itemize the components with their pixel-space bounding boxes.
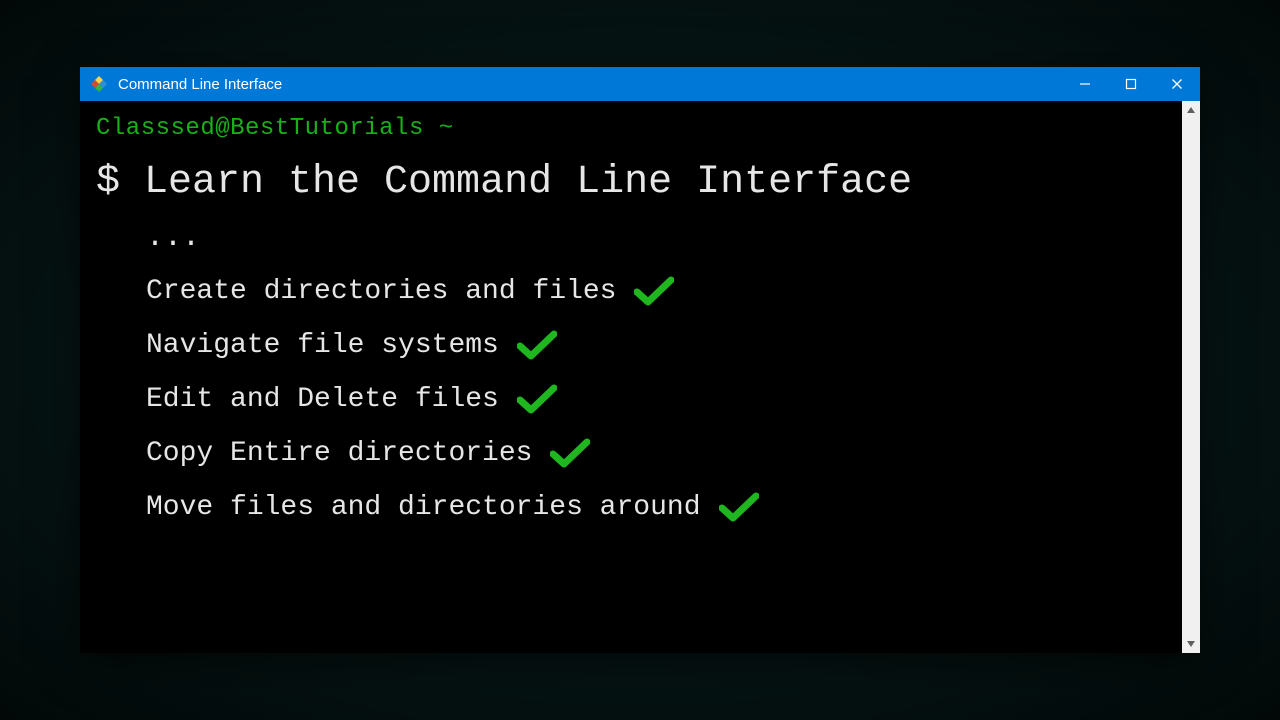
app-icon: [90, 75, 108, 93]
list-item: Edit and Delete files: [146, 383, 1164, 415]
close-button[interactable]: [1154, 67, 1200, 101]
prompt-line: Classsed@BestTutorials ~: [96, 115, 1164, 142]
list-item: Move files and directories around: [146, 491, 1164, 523]
terminal-body[interactable]: Classsed@BestTutorials ~ $ Learn the Com…: [80, 101, 1182, 653]
list-item-label: Move files and directories around: [146, 492, 701, 523]
feature-list: Create directories and files Navigate fi…: [146, 275, 1164, 523]
check-icon: [719, 491, 759, 523]
terminal-heading: $ Learn the Command Line Interface: [96, 160, 1164, 205]
terminal-ellipsis: ...: [146, 221, 1164, 255]
minimize-button[interactable]: [1062, 67, 1108, 101]
list-item-label: Copy Entire directories: [146, 438, 532, 469]
maximize-button[interactable]: [1108, 67, 1154, 101]
terminal-window: Command Line Interface Classsed@BestTuto…: [80, 67, 1200, 653]
list-item: Create directories and files: [146, 275, 1164, 307]
window-title: Command Line Interface: [118, 76, 282, 93]
list-item-label: Navigate file systems: [146, 330, 499, 361]
scroll-track[interactable]: [1182, 119, 1200, 635]
list-item: Navigate file systems: [146, 329, 1164, 361]
list-item: Copy Entire directories: [146, 437, 1164, 469]
titlebar[interactable]: Command Line Interface: [80, 67, 1200, 101]
scroll-down-button[interactable]: [1182, 635, 1200, 653]
list-item-label: Edit and Delete files: [146, 384, 499, 415]
scroll-up-button[interactable]: [1182, 101, 1200, 119]
check-icon: [517, 383, 557, 415]
check-icon: [517, 329, 557, 361]
check-icon: [550, 437, 590, 469]
check-icon: [634, 275, 674, 307]
client-area: Classsed@BestTutorials ~ $ Learn the Com…: [80, 101, 1200, 653]
scrollbar-vertical[interactable]: [1182, 101, 1200, 653]
list-item-label: Create directories and files: [146, 276, 616, 307]
